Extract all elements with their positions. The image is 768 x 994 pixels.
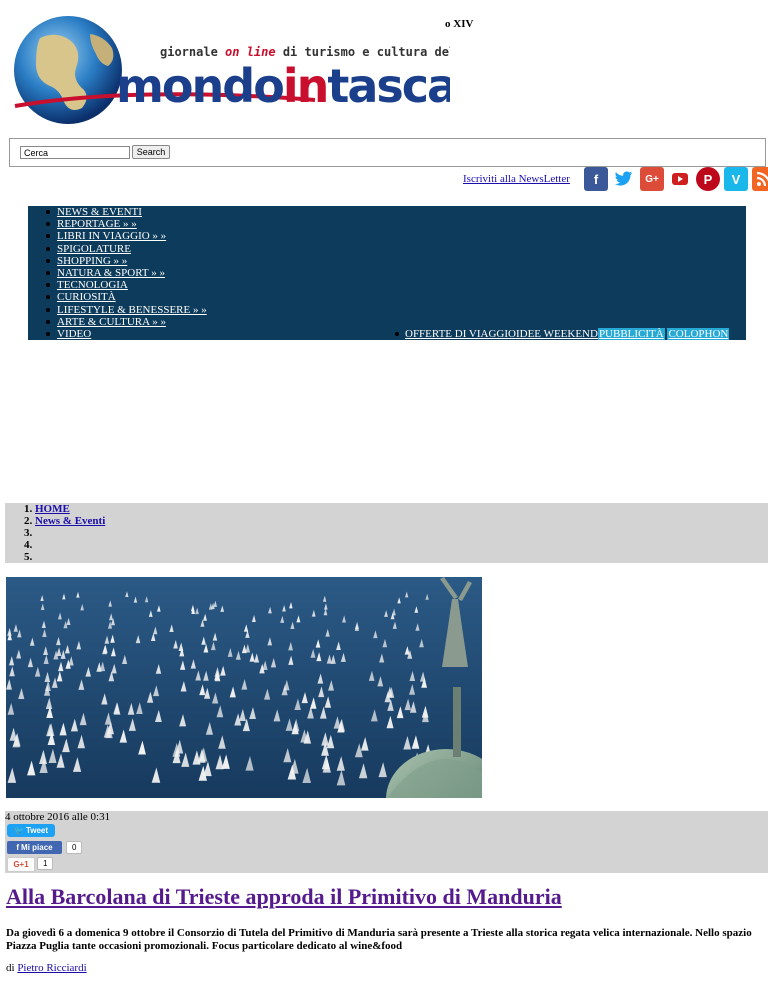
facebook-icon: f <box>16 843 20 852</box>
google-plus-button[interactable]: G+1 <box>7 857 35 872</box>
main-nav: NEWS & EVENTI REPORTAGE » » LIBRI IN VIA… <box>28 206 746 340</box>
nav-item[interactable]: NATURA & SPORT » » <box>28 267 207 279</box>
nav-item[interactable]: SHOPPING » » <box>28 255 207 267</box>
hero-image <box>6 577 482 798</box>
vimeo-icon[interactable]: V <box>724 167 748 191</box>
nav-item[interactable]: NEWS & EVENTI <box>28 206 207 218</box>
breadcrumb: HOME News & Eventi <box>5 503 768 563</box>
site-logo[interactable]: giornale on line di turismo e cultura de… <box>10 10 450 132</box>
nav-item[interactable]: CURIOSITÀ <box>28 291 207 303</box>
article-title[interactable]: Alla Barcolana di Trieste approda il Pri… <box>6 884 562 910</box>
pinterest-icon[interactable]: P <box>696 167 720 191</box>
author-link[interactable]: Pietro Ricciardi <box>17 962 86 974</box>
search-button[interactable]: Search <box>132 145 170 159</box>
nav-secondary-links: OFFERTE DI VIAGGIOIDEE WEEKENDPUBBLICITÀ… <box>395 328 730 340</box>
nav-colophon-link[interactable]: COLOPHON <box>667 328 730 340</box>
breadcrumb-item <box>35 551 768 563</box>
nav-item[interactable]: REPORTAGE » » <box>28 218 207 230</box>
social-icons: f G+ P V <box>584 167 768 191</box>
article-date: 4 ottobre 2016 alle 0:31 <box>5 811 111 823</box>
article-author: di Pietro Ricciardi <box>6 962 87 974</box>
nav-pubblicita-link[interactable]: PUBBLICITÀ <box>597 328 665 340</box>
twitter-icon[interactable] <box>612 167 636 191</box>
breadcrumb-item <box>35 527 768 539</box>
tweet-button[interactable]: 🐦 Tweet <box>7 824 55 837</box>
youtube-icon[interactable] <box>668 167 692 191</box>
nav-list: NEWS & EVENTI REPORTAGE » » LIBRI IN VIA… <box>28 206 207 340</box>
nav-item[interactable]: SPIGOLATURE <box>28 243 207 255</box>
nav-item[interactable]: TECNOLOGIA <box>28 279 207 291</box>
newsletter-link[interactable]: Iscriviti alla NewsLetter <box>463 173 570 185</box>
breadcrumb-item <box>35 539 768 551</box>
search-input[interactable] <box>20 146 130 159</box>
like-count: 0 <box>66 841 83 854</box>
article-meta: 4 ottobre 2016 alle 0:31 🐦 Tweet f Mi piac… <box>5 811 768 873</box>
nav-offerte-link[interactable]: OFFERTE DI VIAGGIO <box>405 328 516 340</box>
search-bar: Search <box>9 138 766 167</box>
tweet-label: Tweet <box>25 826 49 835</box>
facebook-like-button[interactable]: f Mi piace <box>7 841 62 854</box>
article-lead: Da giovedì 6 a domenica 9 ottobre il Con… <box>6 927 752 952</box>
like-label: Mi piace <box>21 843 53 852</box>
twitter-icon: 🐦 <box>13 826 24 835</box>
breadcrumb-item[interactable]: HOME <box>35 503 768 515</box>
rss-icon[interactable] <box>752 167 768 191</box>
gplus-count: 1 <box>37 857 54 870</box>
nav-item[interactable]: VIDEO <box>28 328 207 340</box>
breadcrumb-item[interactable]: News & Eventi <box>35 515 768 527</box>
nav-item[interactable]: LIBRI IN VIAGGIO » » <box>28 230 207 242</box>
nav-item[interactable]: LIFESTYLE & BENESSERE » » <box>28 304 207 316</box>
nav-idee-link[interactable]: IDEE WEEKEND <box>516 328 598 340</box>
nav-item[interactable]: ARTE & CULTURA » » <box>28 316 207 328</box>
bullet-icon <box>395 332 399 337</box>
logo-tagline: giornale on line di turismo e cultura de… <box>160 45 450 59</box>
logo-wordmark: mondointasca <box>116 59 450 113</box>
google-plus-icon[interactable]: G+ <box>640 167 664 191</box>
facebook-icon[interactable]: f <box>584 167 608 191</box>
